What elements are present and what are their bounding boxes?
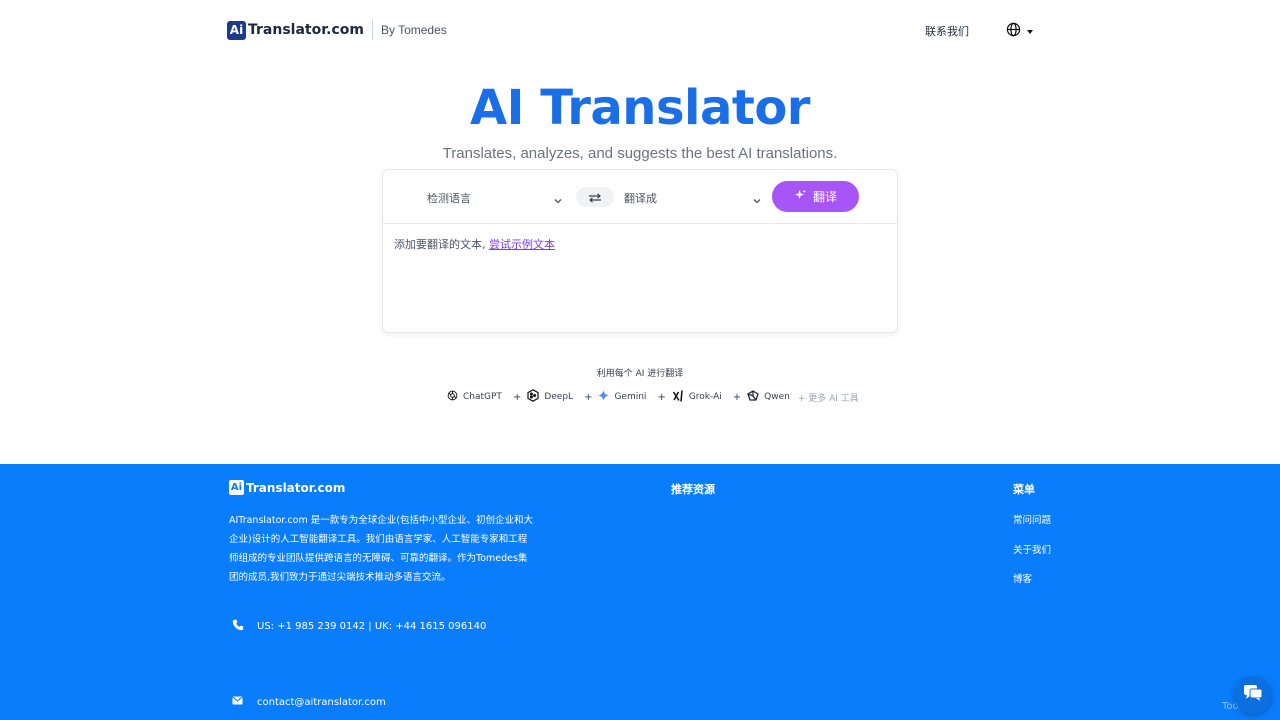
footer-menu-blog[interactable]: 博客 — [1013, 574, 1032, 585]
footer-description: AITranslator.com 是一款专为全球企业(包括中小型企业、初创企业和… — [229, 515, 533, 583]
input-placeholder: 添加要翻译的文本, — [394, 238, 486, 251]
phone-icon — [232, 619, 244, 634]
logo-by-tomedes: By Tomedes — [380, 23, 447, 37]
ai-models-list: ChatGPT + DeepL + Gemini + Grok-Ai + Qwe… — [447, 389, 859, 405]
footer-phone: US: +1 985 239 0142 | UK: +44 1615 09614… — [232, 619, 486, 634]
target-language-select[interactable]: 翻译成 — [624, 190, 657, 206]
ai-item-grok: Grok-Ai — [672, 389, 722, 405]
source-text-input[interactable]: 添加要翻译的文本, 尝试示例文本 — [383, 224, 897, 264]
footer-resources-heading: 推荐资源 — [671, 483, 715, 496]
deepl-icon — [527, 389, 539, 405]
ai-item-gemini: Gemini — [598, 390, 646, 404]
plus-separator: + — [657, 391, 666, 403]
logo-text: Translator.com — [248, 22, 364, 38]
source-language-select[interactable]: 检测语言 — [427, 190, 471, 206]
translate-button-label: 翻译 — [812, 190, 837, 204]
logo-divider — [371, 20, 373, 40]
phone-numbers: US: +1 985 239 0142 | UK: +44 1615 09614… — [257, 621, 487, 632]
footer-logo-badge: Ai — [229, 480, 244, 495]
email-link[interactable]: contact@aitranslator.com — [257, 697, 386, 708]
ai-item-deepl: DeepL — [527, 389, 573, 405]
logo[interactable]: Ai Translator.com By Tomedes — [227, 20, 447, 40]
language-selector[interactable] — [1006, 22, 1033, 41]
plus-separator: + — [732, 391, 742, 403]
more-ai-tools-link[interactable]: + 更多 AI 工具 — [798, 391, 859, 404]
footer-email: contact@aitranslator.com — [232, 696, 386, 708]
caret-down-icon — [1027, 29, 1033, 34]
qwen-icon — [747, 389, 759, 405]
ai-item-label: ChatGPT — [463, 392, 502, 402]
logo-badge: Ai — [227, 20, 246, 40]
swap-icon — [588, 188, 602, 207]
footer-logo-text: Translator.com — [246, 480, 346, 495]
footer-menu-heading: 菜单 — [1013, 483, 1035, 496]
translate-button[interactable]: 翻译 — [772, 181, 859, 212]
gemini-icon — [598, 390, 610, 404]
chatgpt-icon — [447, 390, 458, 404]
chat-bubble-icon — [1243, 684, 1263, 706]
footer: Ai Translator.com AITranslator.com 是一款专为… — [0, 464, 1280, 720]
ai-item-chatgpt: ChatGPT — [447, 390, 502, 404]
footer-logo[interactable]: Ai Translator.com — [229, 480, 345, 495]
plus-separator: + — [512, 391, 522, 403]
translator-controls: 检测语言 翻译成 翻译 — [383, 170, 897, 224]
contact-us-link[interactable]: 联系我们 — [925, 23, 969, 39]
swap-languages-button[interactable] — [576, 187, 614, 207]
chevron-down-icon[interactable] — [553, 191, 563, 210]
page-subtitle: Translates, analyzes, and suggests the b… — [442, 145, 838, 162]
footer-menu: 常问问题 关于我们 博客 — [1013, 512, 1051, 601]
ai-item-label: DeepL — [544, 392, 574, 402]
plus-separator: + — [584, 391, 593, 403]
footer-menu-about-us[interactable]: 关于我们 — [1013, 545, 1051, 556]
page-title: AI Translator — [470, 80, 810, 136]
page: Ai Translator.com By Tomedes 联系我们 AI Tra… — [0, 0, 1280, 720]
ai-item-label: Grok-Ai — [688, 392, 722, 402]
grok-icon — [672, 389, 684, 405]
mail-icon — [232, 696, 243, 708]
try-sample-text-link[interactable]: 尝试示例文本 — [489, 238, 555, 251]
ai-models-label: 利用每个 AI 进行翻译 — [596, 369, 684, 379]
ai-item-label: Qwen — [764, 392, 790, 402]
chevron-down-icon[interactable] — [752, 191, 762, 210]
ai-item-label: Gemini — [614, 392, 647, 402]
chat-widget-button[interactable] — [1234, 676, 1272, 714]
globe-icon — [1006, 22, 1021, 41]
sparkle-icon — [794, 188, 807, 205]
ai-item-qwen: Qwen — [747, 389, 790, 405]
translator-card: 检测语言 翻译成 翻译 添加要翻译的文本, 尝试示例文本 — [382, 169, 898, 333]
footer-menu-faq[interactable]: 常问问题 — [1013, 515, 1051, 526]
